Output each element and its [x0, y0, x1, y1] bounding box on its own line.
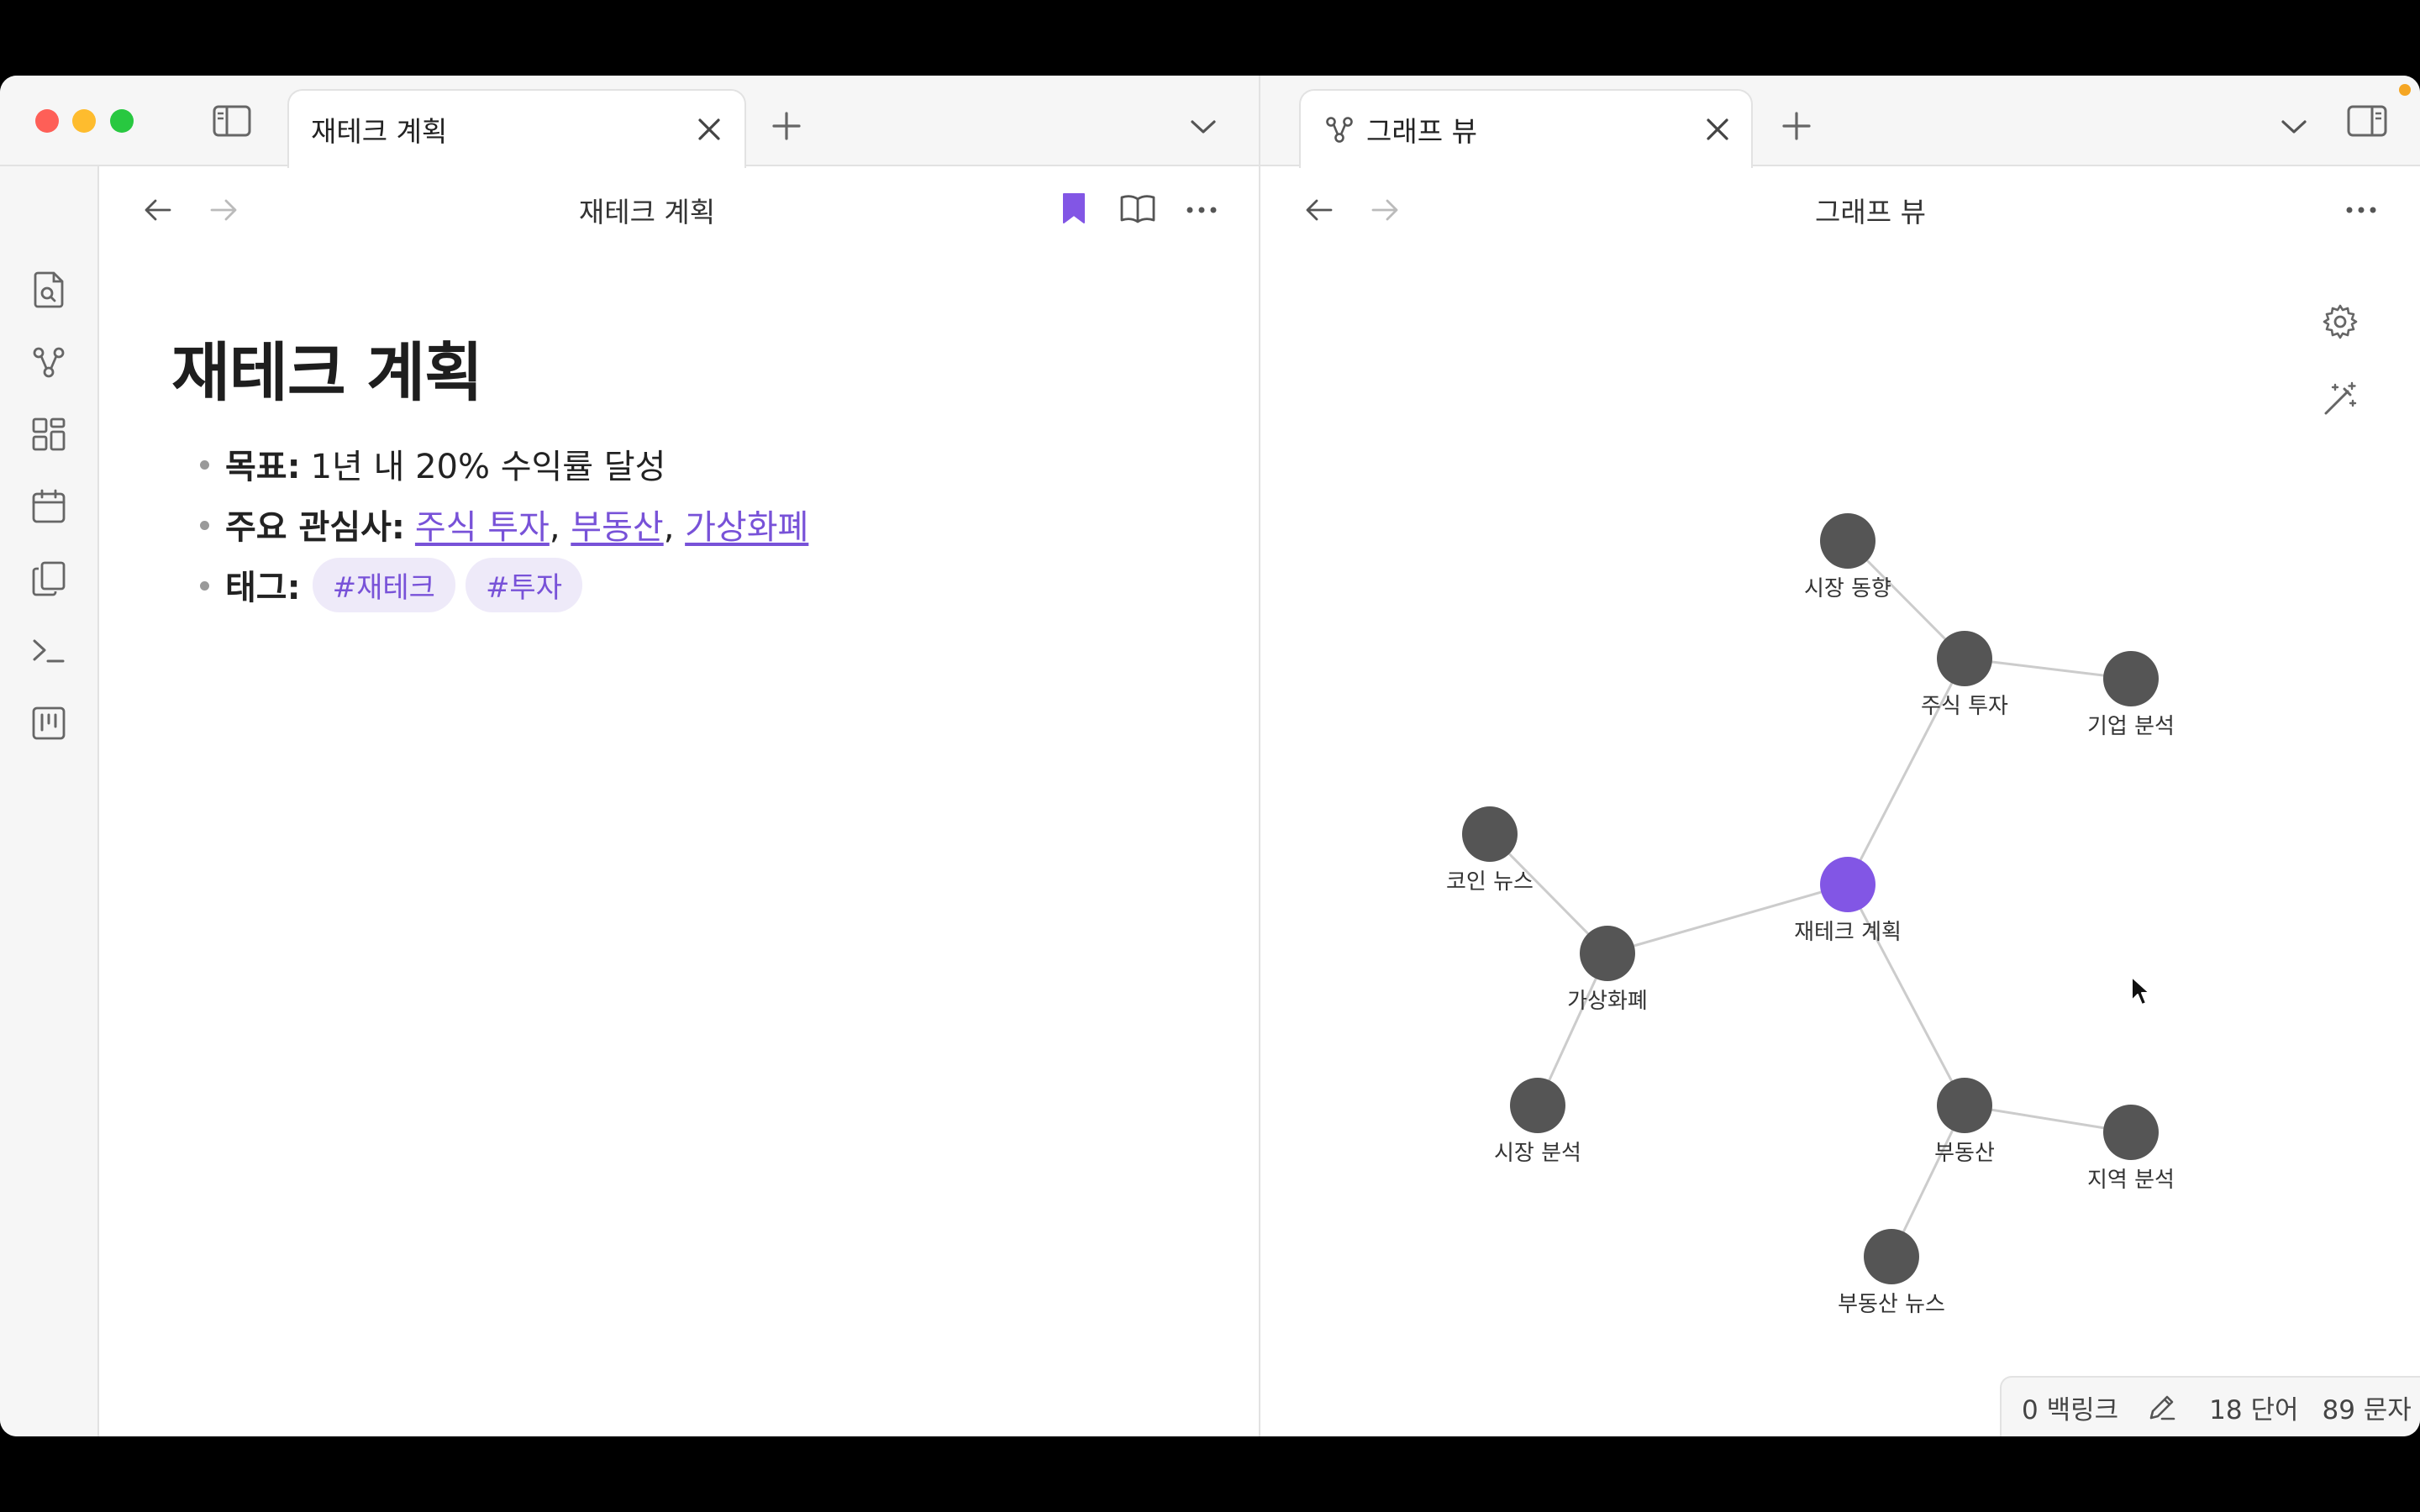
- bullet-key: 태그:: [225, 569, 301, 607]
- bullet-value: 1년 내 20% 수익률 달성: [310, 448, 666, 486]
- graph-view-icon[interactable]: [29, 343, 68, 381]
- graph-node[interactable]: 코인 뉴스: [1446, 806, 1534, 895]
- note-bullet-list: 목표: 1년 내 20% 수익률 달성 주요 관심사: 주식 투자, 부동산, …: [200, 433, 808, 615]
- graph-node-label: 재테크 계획: [1794, 920, 1902, 945]
- maximize-window-button[interactable]: [110, 109, 134, 133]
- graph-node-circle[interactable]: [1820, 513, 1876, 569]
- list-item: 주요 관심사: 주식 투자, 부동산, 가상화폐: [200, 494, 808, 554]
- graph-node[interactable]: 가상화폐: [1567, 926, 1648, 1014]
- left-ribbon: [0, 166, 99, 1436]
- magic-wand-icon[interactable]: [2321, 380, 2360, 418]
- close-window-button[interactable]: [35, 109, 59, 133]
- graph-node[interactable]: 주식 투자: [1921, 631, 2008, 719]
- tab-list-chevron-down-icon[interactable]: [2275, 114, 2312, 139]
- graph-node-circle[interactable]: [1937, 631, 1992, 686]
- graph-node-label: 주식 투자: [1921, 694, 2008, 719]
- graph-node[interactable]: 기업 분석: [2087, 651, 2175, 739]
- more-options-icon[interactable]: [1183, 193, 1220, 227]
- note-title: 재테크 계획: [171, 335, 483, 410]
- graph-icon: [1323, 113, 1356, 146]
- internal-link-crypto[interactable]: 가상화폐: [685, 508, 808, 547]
- close-icon[interactable]: [692, 113, 726, 146]
- graph-node-circle[interactable]: [1820, 857, 1876, 912]
- tag-pill[interactable]: #재테크: [312, 557, 455, 612]
- terminal-icon[interactable]: [29, 632, 68, 670]
- graph-node-label: 가상화폐: [1567, 989, 1648, 1014]
- graph-node-label: 부동산 뉴스: [1838, 1292, 1945, 1317]
- graph-canvas[interactable]: 시장 동향주식 투자기업 분석코인 뉴스재테크 계획가상화폐시장 분석 부동산지역…: [1260, 166, 2420, 1334]
- gear-icon[interactable]: [2321, 302, 2360, 341]
- link-separator: ,: [549, 508, 560, 547]
- app-window: 재테크 계획 그래프 뷰 재테크 계획 재테크 계획 목표: 1년 내 20% …: [0, 76, 2420, 1436]
- bookmark-icon[interactable]: [1059, 190, 1089, 227]
- tab-list-chevron-down-icon[interactable]: [1185, 114, 1222, 139]
- tab-graph-title: 그래프 뷰: [1366, 115, 1477, 148]
- link-separator: ,: [663, 508, 675, 547]
- close-icon[interactable]: [1701, 113, 1734, 146]
- status-bar: 0 백링크 18 단어 89 문자: [2000, 1376, 2420, 1436]
- right-sidebar-toggle-icon[interactable]: [2346, 104, 2388, 138]
- char-count: 89 문자: [2322, 1394, 2412, 1425]
- forward-arrow-icon[interactable]: [207, 193, 240, 227]
- internal-link-realestate[interactable]: 부동산: [571, 508, 663, 547]
- tab-graph[interactable]: 그래프 뷰: [1299, 89, 1753, 168]
- graph-node-circle[interactable]: [1864, 1229, 1919, 1284]
- graph-node-label: 시장 동향: [1804, 576, 1891, 601]
- graph-node-circle[interactable]: [2103, 651, 2159, 706]
- internal-link-stock[interactable]: 주식 투자: [415, 508, 550, 547]
- list-item: 태그: #재테크 #투자: [200, 554, 808, 615]
- graph-edge: [1846, 884, 1966, 1106]
- sidebar-toggle-icon[interactable]: [212, 104, 252, 138]
- graph-node[interactable]: 시장 분석: [1494, 1078, 1581, 1166]
- graph-node[interactable]: 부동산 뉴스: [1838, 1229, 1945, 1317]
- graph-node-label: 기업 분석: [2087, 714, 2175, 739]
- graph-node[interactable]: 시장 동향: [1804, 513, 1891, 601]
- note-header-title: 재테크 계획: [578, 196, 716, 228]
- word-count: 18 단어: [2209, 1394, 2299, 1425]
- bullet-key: 목표:: [225, 448, 301, 486]
- reading-view-book-icon[interactable]: [1118, 192, 1158, 225]
- graph-node-circle[interactable]: [1510, 1078, 1565, 1133]
- graph-node-label: 부동산: [1934, 1141, 1995, 1166]
- calendar-icon[interactable]: [29, 487, 68, 526]
- grid-icon[interactable]: [29, 415, 68, 454]
- bullet-key: 주요 관심사:: [225, 508, 405, 547]
- graph-node-label: 코인 뉴스: [1446, 869, 1534, 895]
- search-file-icon[interactable]: [29, 270, 68, 309]
- pencil-icon[interactable]: [2145, 1390, 2179, 1424]
- copy-icon[interactable]: [29, 559, 68, 598]
- tab-note[interactable]: 재테크 계획: [287, 89, 746, 168]
- graph-node-circle[interactable]: [1580, 926, 1635, 981]
- list-item: 목표: 1년 내 20% 수익률 달성: [200, 433, 808, 494]
- graph-node[interactable]: 지역 분석: [2087, 1105, 2175, 1193]
- update-indicator: [2399, 84, 2411, 96]
- graph-node-active[interactable]: 재테크 계획: [1794, 857, 1902, 945]
- kanban-icon[interactable]: [29, 704, 68, 743]
- graph-node-label: 지역 분석: [2087, 1168, 2175, 1193]
- graph-node-circle[interactable]: [2103, 1105, 2159, 1160]
- graph-node-label: 시장 분석: [1494, 1141, 1581, 1166]
- graph-node-circle[interactable]: [1462, 806, 1518, 862]
- graph-edge: [1846, 658, 1966, 885]
- new-tab-icon[interactable]: [1778, 108, 1815, 144]
- new-tab-icon[interactable]: [768, 108, 805, 144]
- mouse-cursor-icon: [2128, 974, 2153, 1008]
- graph-node[interactable]: 부동산: [1934, 1078, 1995, 1166]
- backlinks-count[interactable]: 0 백링크: [2022, 1389, 2118, 1426]
- back-arrow-icon[interactable]: [141, 193, 175, 227]
- tag-pill[interactable]: #투자: [465, 557, 582, 612]
- graph-node-circle[interactable]: [1937, 1078, 1992, 1133]
- minimize-window-button[interactable]: [72, 109, 96, 133]
- tab-note-title: 재테크 계획: [311, 115, 448, 148]
- tab-bar: 재테크 계획 그래프 뷰: [0, 76, 2420, 168]
